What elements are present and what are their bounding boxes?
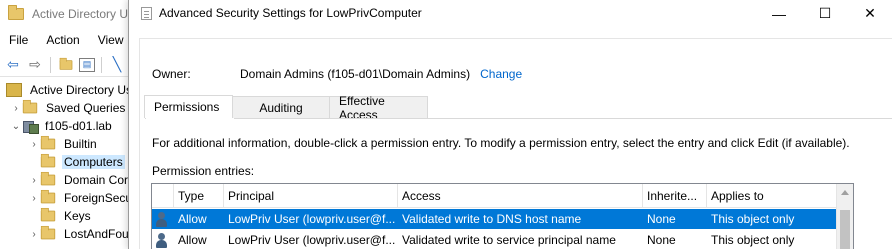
dialog-titlebar: Advanced Security Settings for LowPrivCo…: [129, 0, 892, 27]
forward-arrow-icon[interactable]: ⇨: [26, 56, 44, 74]
tree-item-domain-controllers[interactable]: › Domain Cor: [0, 171, 140, 189]
tree-item-label: Active Directory Us: [30, 83, 133, 97]
toolbar-separator: [50, 56, 51, 73]
cell-inherited: None: [647, 233, 676, 247]
permission-entries-label: Permission entries:: [152, 164, 255, 178]
folder-icon: [40, 189, 56, 204]
user-icon: [152, 209, 174, 229]
ad-icon: [6, 83, 22, 97]
tree-item-label: Keys: [64, 209, 91, 223]
aduc-window: Active Directory Us File Action View ⇦ ⇨…: [0, 0, 140, 249]
toolbar-separator: [101, 56, 102, 73]
folder-up-icon[interactable]: [57, 56, 75, 74]
aduc-title: Active Directory Us: [32, 6, 135, 21]
minimize-button[interactable]: —: [756, 0, 802, 27]
header-icon-column: [152, 184, 174, 208]
tree-item-keys[interactable]: Keys: [0, 207, 140, 225]
chevron-right-icon[interactable]: ›: [28, 193, 40, 204]
tree-item-label: f105-d01.lab: [45, 119, 112, 133]
domain-icon: [22, 119, 39, 134]
aduc-menubar: File Action View: [0, 29, 133, 51]
dialog-title: Advanced Security Settings for LowPrivCo…: [159, 6, 422, 20]
chevron-down-icon[interactable]: ⌄: [10, 121, 22, 132]
tree-item-computers[interactable]: Computers: [0, 153, 140, 171]
folder-icon: [22, 99, 38, 114]
column-header-inherited[interactable]: Inherite...: [643, 184, 707, 208]
permission-entries-list[interactable]: Type Principal Access Inherite... Applie…: [151, 183, 854, 249]
tree-item-label: LostAndFou: [64, 227, 129, 241]
cell-access: Validated write to DNS host name: [402, 212, 582, 226]
folder-icon: [40, 135, 56, 150]
scroll-up-arrow-icon[interactable]: [841, 190, 849, 195]
close-button[interactable]: ✕: [847, 0, 892, 27]
change-owner-link[interactable]: Change: [480, 67, 522, 81]
tab-strip: Permissions Auditing Effective Access: [144, 94, 428, 122]
back-arrow-icon[interactable]: ⇦: [4, 56, 22, 74]
tree-item-foreign-security[interactable]: › ForeignSecu: [0, 189, 140, 207]
aduc-toolbar: ⇦ ⇨ ▤ ╲: [0, 53, 140, 77]
folder-icon: [8, 4, 24, 20]
help-icon[interactable]: ╲: [108, 56, 126, 74]
cell-inherited: None: [647, 212, 676, 226]
column-header-applies-to[interactable]: Applies to: [707, 184, 837, 208]
chevron-right-icon[interactable]: ›: [28, 139, 40, 150]
column-header-access[interactable]: Access: [398, 184, 643, 208]
tree-item-saved-queries[interactable]: › Saved Queries: [0, 99, 140, 117]
tree-item-label: Domain Cor: [64, 173, 129, 187]
cell-applies-to: This object only: [711, 233, 795, 247]
menu-view[interactable]: View: [89, 33, 133, 47]
table-row[interactable]: Allow LowPriv User (lowpriv.user@f... Va…: [152, 230, 853, 249]
tree-item-label: Computers: [62, 155, 125, 169]
tree-item-lost-and-found[interactable]: › LostAndFou: [0, 225, 140, 243]
cell-access: Validated write to service principal nam…: [402, 233, 616, 247]
column-header-type[interactable]: Type: [174, 184, 224, 208]
tree-item-domain[interactable]: ⌄ f105-d01.lab: [0, 117, 140, 135]
cell-type: Allow: [178, 233, 207, 247]
owner-value: Domain Admins (f105-d01\Domain Admins): [240, 67, 471, 81]
folder-icon: [40, 153, 56, 168]
cell-type: Allow: [178, 212, 207, 226]
cell-principal: LowPriv User (lowpriv.user@f...: [228, 233, 396, 247]
chevron-right-icon[interactable]: ›: [10, 103, 22, 114]
owner-row: Owner: Domain Admins (f105-d01\Domain Ad…: [152, 67, 522, 81]
vertical-scrollbar[interactable]: [836, 184, 853, 249]
tree-item-label: Saved Queries: [46, 101, 126, 115]
console-tree-icon[interactable]: ▤: [79, 57, 95, 72]
tree-item-label: ForeignSecu: [64, 191, 133, 205]
menu-file[interactable]: File: [0, 33, 37, 47]
scrollbar-thumb[interactable]: [840, 210, 850, 249]
cell-principal: LowPriv User (lowpriv.user@f...: [228, 212, 396, 226]
tab-permissions[interactable]: Permissions: [144, 95, 233, 118]
cell-applies-to: This object only: [711, 212, 795, 226]
tree-item-aduc-root[interactable]: Active Directory Us: [0, 81, 140, 99]
menu-action[interactable]: Action: [37, 33, 88, 47]
tab-effective-access[interactable]: Effective Access: [329, 94, 428, 122]
user-icon: [152, 230, 174, 249]
ou-folder-icon: [40, 171, 56, 186]
dialog-client-area: Owner: Domain Admins (f105-d01\Domain Ad…: [139, 38, 892, 249]
folder-icon: [40, 225, 56, 240]
tree-item-builtin[interactable]: › Builtin: [0, 135, 140, 153]
chevron-right-icon[interactable]: ›: [28, 175, 40, 186]
info-text: For additional information, double-click…: [152, 136, 850, 150]
tab-auditing[interactable]: Auditing: [232, 96, 330, 118]
owner-label: Owner:: [152, 67, 191, 81]
column-header-principal[interactable]: Principal: [224, 184, 398, 208]
folder-icon: [40, 207, 56, 222]
chevron-right-icon[interactable]: ›: [28, 229, 40, 240]
maximize-button[interactable]: ☐: [802, 0, 848, 27]
advanced-security-dialog: Advanced Security Settings for LowPrivCo…: [128, 0, 892, 249]
table-row[interactable]: Allow LowPriv User (lowpriv.user@f... Va…: [152, 209, 853, 229]
aduc-titlebar: Active Directory Us: [0, 0, 140, 27]
list-header: Type Principal Access Inherite... Applie…: [152, 184, 853, 208]
document-icon: [141, 7, 152, 20]
tree-item-label: Builtin: [64, 137, 97, 151]
console-tree: Active Directory Us › Saved Queries ⌄ f1…: [0, 81, 140, 243]
tab-divider: [145, 118, 892, 119]
